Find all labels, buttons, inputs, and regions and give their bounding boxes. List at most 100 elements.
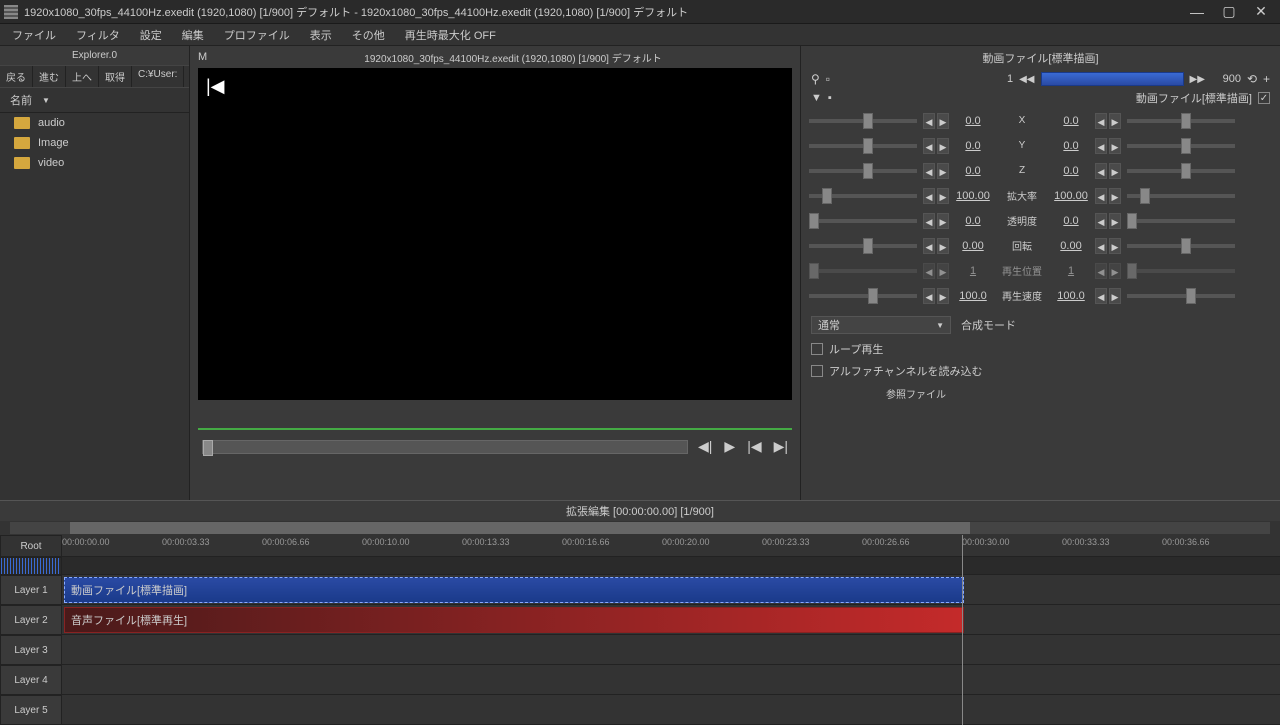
menu-playback-max[interactable]: 再生時最大化 OFF (395, 25, 506, 45)
loop-checkbox[interactable] (811, 343, 823, 355)
slider-thumb[interactable] (822, 188, 832, 204)
slider-thumb[interactable] (809, 213, 819, 229)
add-icon[interactable]: + (1263, 72, 1270, 86)
pin-icon[interactable]: ⚲ (811, 72, 820, 86)
track-1[interactable]: 動画ファイル[標準描画] (62, 575, 1280, 605)
layer-5[interactable]: Layer 5 (0, 695, 62, 725)
param-value-left[interactable]: 0.0 (951, 140, 995, 152)
param-slider-right[interactable] (1127, 144, 1235, 148)
layer-1[interactable]: Layer 1 (0, 575, 62, 605)
menu-edit[interactable]: 編集 (172, 25, 214, 45)
layer-3[interactable]: Layer 3 (0, 635, 62, 665)
slider-thumb[interactable] (1181, 238, 1191, 254)
param-inc-button[interactable]: ▶ (937, 188, 949, 204)
frame-next-button[interactable]: ▶▶ (1190, 74, 1205, 85)
video-clip[interactable]: 動画ファイル[標準描画] (64, 577, 964, 603)
param-dec-button[interactable]: ◀ (923, 163, 935, 179)
slider-thumb[interactable] (1181, 138, 1191, 154)
frame-end[interactable]: 900 (1211, 73, 1241, 85)
play-button[interactable]: ▶ (724, 438, 735, 455)
param-inc-button[interactable]: ▶ (937, 263, 949, 279)
menu-other[interactable]: その他 (342, 25, 395, 45)
menu-view[interactable]: 表示 (300, 25, 342, 45)
refresh-icon[interactable]: ⟲ (1247, 72, 1257, 86)
folder-image[interactable]: Image (0, 133, 189, 153)
menu-profile[interactable]: プロファイル (214, 25, 300, 45)
param-dec-button[interactable]: ◀ (1095, 188, 1107, 204)
layer-root[interactable]: Root (0, 535, 62, 557)
param-value-left[interactable]: 0.0 (951, 215, 995, 227)
frame-range-bar[interactable] (1041, 72, 1184, 86)
param-slider-right[interactable] (1127, 169, 1235, 173)
param-dec-button[interactable]: ◀ (1095, 213, 1107, 229)
layer-2[interactable]: Layer 2 (0, 605, 62, 635)
minimize-button[interactable]: — (1190, 5, 1204, 19)
menu-settings[interactable]: 設定 (130, 25, 172, 45)
param-slider-left[interactable] (809, 169, 917, 173)
param-inc-button[interactable]: ▶ (937, 163, 949, 179)
param-value-left[interactable]: 0.0 (951, 165, 995, 177)
param-slider-left[interactable] (809, 144, 917, 148)
param-slider-left[interactable] (809, 244, 917, 248)
param-dec-button[interactable]: ◀ (923, 238, 935, 254)
param-value-right[interactable]: 0.00 (1049, 240, 1093, 252)
param-inc-button[interactable]: ▶ (1109, 263, 1121, 279)
nav-path[interactable]: C:¥User: (132, 66, 184, 87)
slider-thumb[interactable] (1127, 213, 1137, 229)
slider-thumb[interactable] (809, 263, 819, 279)
menu-file[interactable]: ファイル (2, 25, 66, 45)
folder-audio[interactable]: audio (0, 113, 189, 133)
param-value-right[interactable]: 100.00 (1049, 190, 1093, 202)
seek-slider[interactable] (202, 440, 688, 454)
sort-dropdown[interactable]: 名前 ▼ (0, 88, 189, 113)
param-value-left[interactable]: 100.00 (951, 190, 995, 202)
menu-filter[interactable]: フィルタ (66, 25, 130, 45)
time-ruler[interactable]: 00:00:00.0000:00:03.3300:00:06.6600:00:1… (62, 535, 1280, 557)
param-dec-button[interactable]: ◀ (1095, 138, 1107, 154)
preview-viewport[interactable]: |◀ (198, 68, 792, 400)
scrollbar-thumb[interactable] (70, 522, 970, 534)
param-dec-button[interactable]: ◀ (1095, 238, 1107, 254)
param-dec-button[interactable]: ◀ (1095, 163, 1107, 179)
param-slider-right[interactable] (1127, 244, 1235, 248)
audio-clip[interactable]: 音声ファイル[標準再生] (64, 607, 964, 633)
param-dec-button[interactable]: ◀ (923, 288, 935, 304)
slider-thumb[interactable] (1181, 113, 1191, 129)
go-start-button[interactable]: |◀ (747, 438, 761, 455)
param-dec-button[interactable]: ◀ (923, 263, 935, 279)
reference-file-button[interactable]: 参照ファイル (841, 382, 991, 405)
param-value-left[interactable]: 0.00 (951, 240, 995, 252)
param-slider-left[interactable] (809, 119, 917, 123)
slider-thumb[interactable] (863, 163, 873, 179)
track-5[interactable] (62, 695, 1280, 725)
lock-icon[interactable]: ▪ (828, 92, 832, 104)
close-button[interactable]: ✕ (1254, 5, 1268, 19)
go-end-button[interactable]: ▶| (774, 438, 788, 455)
param-inc-button[interactable]: ▶ (1109, 113, 1121, 129)
slider-thumb[interactable] (1127, 263, 1137, 279)
slider-thumb[interactable] (863, 238, 873, 254)
frame-prev-button[interactable]: ◀◀ (1019, 74, 1034, 85)
param-slider-right[interactable] (1127, 119, 1235, 123)
param-inc-button[interactable]: ▶ (937, 213, 949, 229)
box-icon[interactable]: ▫ (826, 72, 830, 86)
param-slider-right[interactable] (1127, 269, 1235, 273)
param-slider-left[interactable] (809, 219, 917, 223)
param-value-right[interactable]: 1 (1049, 265, 1093, 277)
param-value-left[interactable]: 0.0 (951, 115, 995, 127)
param-inc-button[interactable]: ▶ (937, 113, 949, 129)
param-dec-button[interactable]: ◀ (923, 138, 935, 154)
maximize-button[interactable]: ▢ (1222, 5, 1236, 19)
param-slider-right[interactable] (1127, 219, 1235, 223)
param-value-left[interactable]: 100.0 (951, 290, 995, 302)
param-value-right[interactable]: 0.0 (1049, 115, 1093, 127)
slider-thumb[interactable] (1181, 163, 1191, 179)
nav-forward[interactable]: 進む (33, 66, 66, 87)
param-slider-left[interactable] (809, 269, 917, 273)
param-value-right[interactable]: 0.0 (1049, 140, 1093, 152)
param-dec-button[interactable]: ◀ (1095, 113, 1107, 129)
param-inc-button[interactable]: ▶ (937, 288, 949, 304)
prev-frame-button[interactable]: ◀| (698, 438, 712, 455)
nav-get[interactable]: 取得 (99, 66, 132, 87)
param-slider-right[interactable] (1127, 194, 1235, 198)
